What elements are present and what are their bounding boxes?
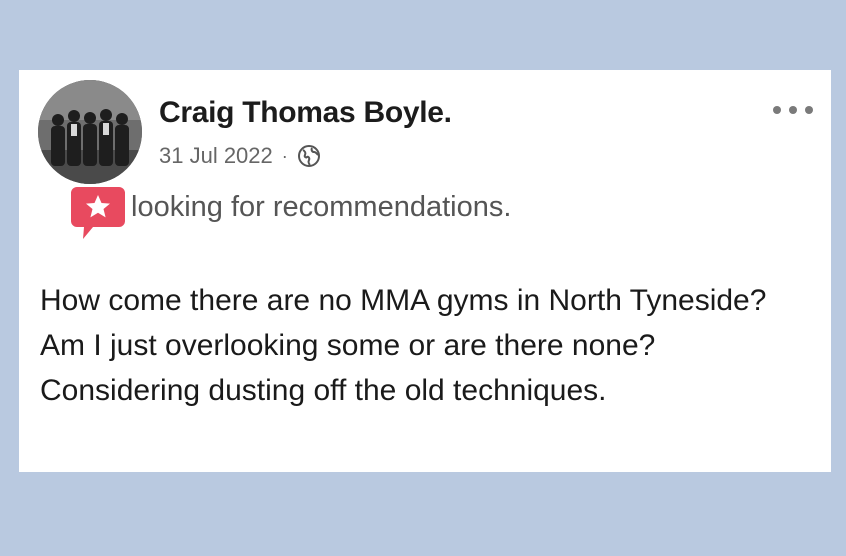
tag-label: looking for recommendations. [131,191,512,223]
more-options-icon[interactable] [773,98,813,122]
more-dot [789,106,797,114]
post-meta: 31 Jul 2022 · [159,142,321,170]
post-date[interactable]: 31 Jul 2022 [159,143,273,169]
globe-icon [297,144,321,168]
meta-separator: · [281,145,288,166]
author-avatar[interactable] [38,80,142,184]
post-card: Craig Thomas Boyle. 31 Jul 2022 · lookin… [19,70,831,472]
more-dot [773,106,781,114]
post-tag[interactable]: looking for recommendations. [71,187,511,239]
more-dot [805,106,813,114]
post-body: How come there are no MMA gyms in North … [40,284,767,407]
star-speech-bubble-icon [71,187,125,243]
author-name[interactable]: Craig Thomas Boyle. [159,96,452,130]
